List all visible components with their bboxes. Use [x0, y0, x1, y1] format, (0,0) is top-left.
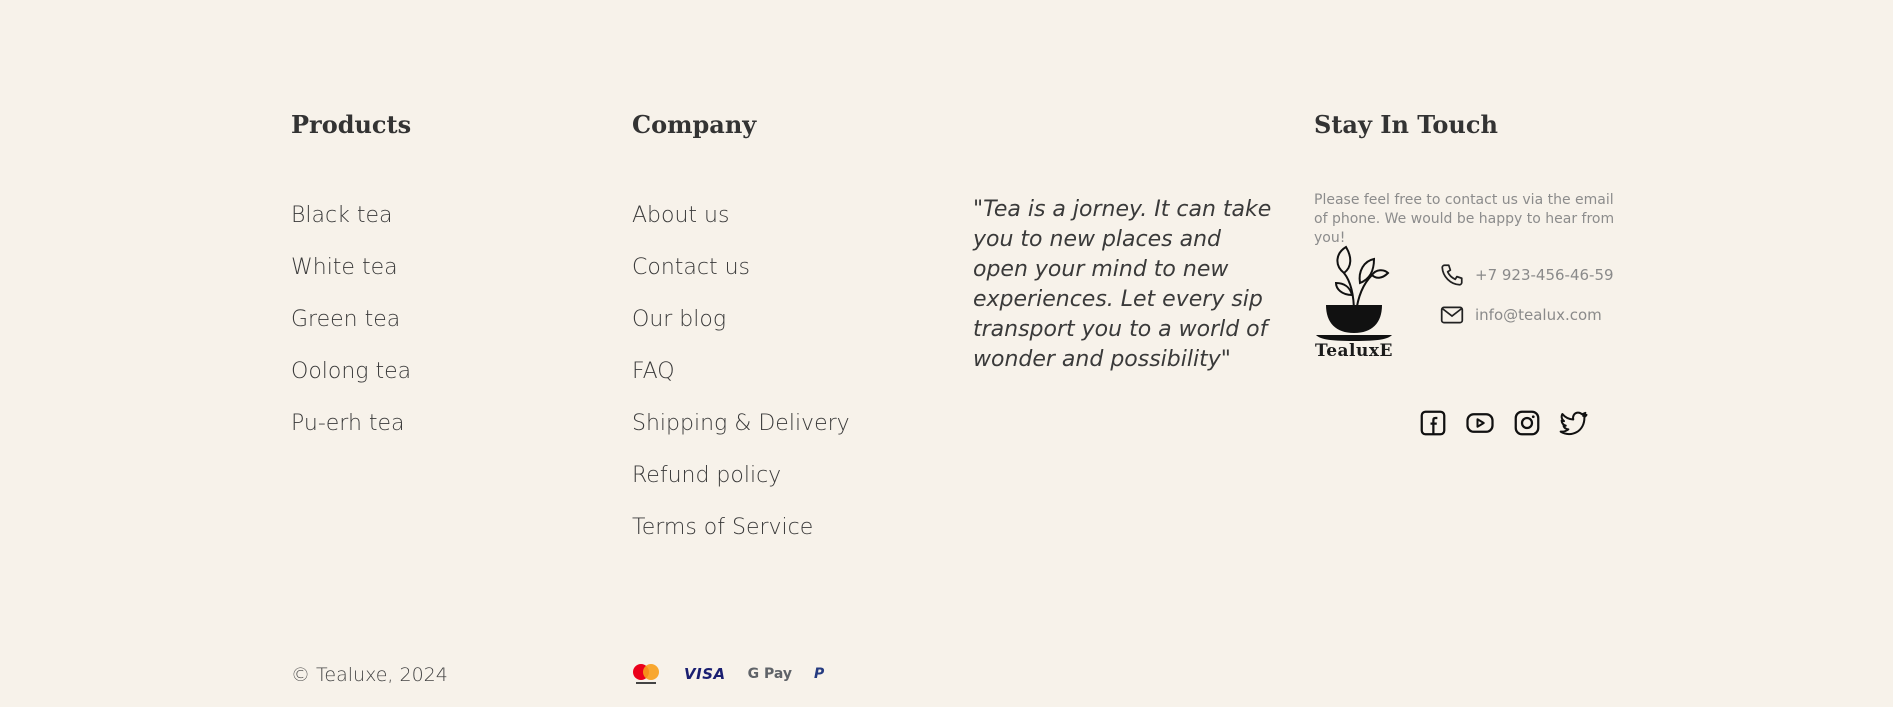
- logo-wordmark: TealuxE: [1315, 341, 1393, 361]
- email-contact[interactable]: info@tealux.com: [1439, 300, 1602, 330]
- tealuxe-logo: TealuxE: [1314, 243, 1394, 365]
- products-title: Products: [291, 110, 412, 139]
- paypal-icon: P: [814, 666, 825, 682]
- google-pay-icon: G Pay: [747, 666, 793, 682]
- products-link-pu-erh-tea[interactable]: Pu-erh tea: [291, 398, 411, 450]
- company-column: Company About us Contact us Our blog FAQ…: [632, 105, 850, 540]
- social-links: [1418, 408, 1606, 438]
- phone-number: +7 923-456-46-59: [1475, 266, 1614, 284]
- stay-in-touch-title: Stay In Touch: [1314, 110, 1498, 139]
- copyright: © Tealuxe, 2024: [291, 664, 448, 686]
- tea-quote: "Tea is a jorney. It can take you to new…: [973, 197, 1272, 372]
- company-link-contact[interactable]: Contact us: [632, 242, 850, 294]
- products-link-green-tea[interactable]: Green tea: [291, 294, 411, 346]
- company-link-faq[interactable]: FAQ: [632, 346, 850, 398]
- products-column: Products Black tea White tea Green tea O…: [291, 105, 412, 436]
- tea-cup-logo-icon: [1316, 245, 1392, 341]
- mail-icon: [1440, 306, 1464, 324]
- facebook-icon[interactable]: [1418, 408, 1448, 438]
- company-link-shipping[interactable]: Shipping & Delivery: [632, 398, 850, 450]
- products-link-white-tea[interactable]: White tea: [291, 242, 411, 294]
- company-title: Company: [632, 110, 757, 139]
- visa-icon: VISA: [684, 665, 726, 683]
- twitter-icon[interactable]: [1559, 408, 1589, 438]
- products-link-oolong-tea[interactable]: Oolong tea: [291, 346, 411, 398]
- company-link-terms[interactable]: Terms of Service: [632, 502, 850, 554]
- company-list: About us Contact us Our blog FAQ Shippin…: [632, 190, 850, 554]
- mastercard-icon: [633, 664, 659, 684]
- phone-icon: [1441, 264, 1463, 286]
- youtube-icon[interactable]: [1465, 408, 1495, 438]
- contact-description: Please feel free to contact us via the e…: [1314, 192, 1615, 246]
- company-link-refund[interactable]: Refund policy: [632, 450, 850, 502]
- payment-methods: VISA G Pay P: [630, 662, 846, 686]
- phone-contact[interactable]: +7 923-456-46-59: [1439, 260, 1614, 290]
- stay-in-touch-column: Stay In Touch Please feel free to contac…: [1314, 105, 1634, 525]
- company-link-about[interactable]: About us: [632, 190, 850, 242]
- instagram-icon[interactable]: [1512, 408, 1542, 438]
- company-link-blog[interactable]: Our blog: [632, 294, 850, 346]
- email-address: info@tealux.com: [1475, 306, 1602, 324]
- products-link-black-tea[interactable]: Black tea: [291, 190, 411, 242]
- products-list: Black tea White tea Green tea Oolong tea…: [291, 190, 411, 450]
